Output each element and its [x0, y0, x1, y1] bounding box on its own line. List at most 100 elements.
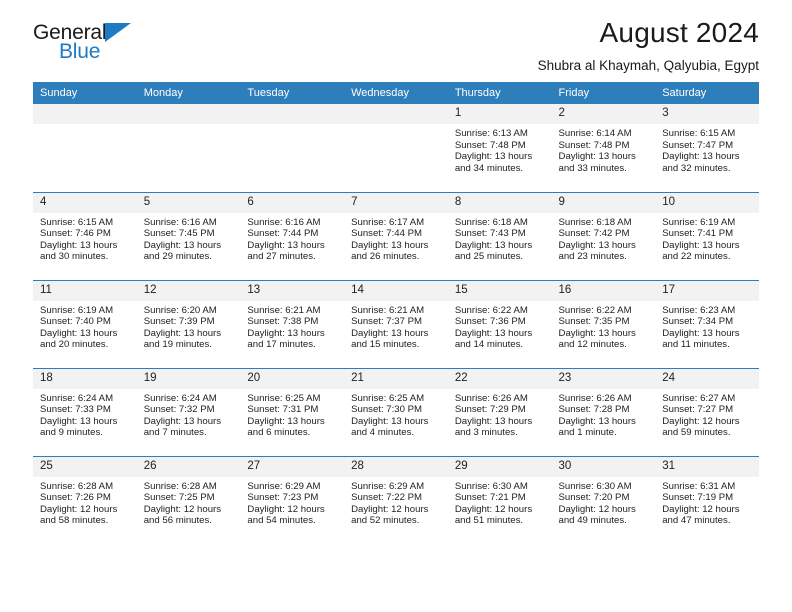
day-cell[interactable]: 28 Sunrise: 6:29 AM Sunset: 7:22 PM Dayl…	[344, 455, 448, 544]
day-cell[interactable]: 3 Sunrise: 6:15 AM Sunset: 7:47 PM Dayli…	[655, 104, 759, 192]
day-details: Sunrise: 6:19 AM Sunset: 7:40 PM Dayligh…	[33, 301, 137, 351]
day-number: 23	[551, 368, 656, 389]
day-cell[interactable]: 20 Sunrise: 6:25 AM Sunset: 7:31 PM Dayl…	[240, 367, 345, 456]
sunrise-text: Sunrise: 6:15 AM	[40, 216, 114, 228]
day-cell[interactable]: 30 Sunrise: 6:30 AM Sunset: 7:20 PM Dayl…	[551, 455, 656, 544]
day-cell[interactable]: 14 Sunrise: 6:21 AM Sunset: 7:37 PM Dayl…	[344, 279, 448, 368]
daylight-text-line2: and 23 minutes.	[558, 251, 627, 263]
sunset-text: Sunset: 7:46 PM	[40, 228, 111, 240]
sunrise-text: Sunrise: 6:28 AM	[143, 480, 217, 492]
day-details: Sunrise: 6:28 AM Sunset: 7:25 PM Dayligh…	[137, 477, 241, 527]
sunset-text: Sunset: 7:39 PM	[143, 316, 215, 328]
day-number: 30	[551, 456, 656, 477]
day-cell[interactable]: 1 Sunrise: 6:13 AM Sunset: 7:48 PM Dayli…	[447, 104, 552, 192]
day-cell[interactable]: 18 Sunrise: 6:24 AM Sunset: 7:33 PM Dayl…	[33, 367, 137, 456]
daylight-text-line2: and 27 minutes.	[247, 251, 316, 263]
day-number: 3	[655, 104, 759, 124]
sunset-text: Sunset: 7:25 PM	[143, 492, 215, 504]
daylight-text-line2: and 3 minutes.	[454, 427, 518, 439]
day-details: Sunrise: 6:19 AM Sunset: 7:41 PM Dayligh…	[655, 213, 759, 263]
day-details: Sunrise: 6:24 AM Sunset: 7:33 PM Dayligh…	[33, 389, 137, 439]
day-cell[interactable]: 10 Sunrise: 6:19 AM Sunset: 7:41 PM Dayl…	[655, 191, 759, 280]
day-number	[240, 104, 345, 124]
day-details: Sunrise: 6:23 AM Sunset: 7:34 PM Dayligh…	[655, 301, 759, 351]
weekday-header-friday: Friday	[551, 82, 656, 104]
sunset-text: Sunset: 7:48 PM	[454, 139, 526, 151]
sunrise-text: Sunrise: 6:29 AM	[247, 480, 321, 492]
day-cell[interactable]: 8 Sunrise: 6:18 AM Sunset: 7:43 PM Dayli…	[447, 191, 552, 280]
daylight-text-line1: Daylight: 13 hours	[662, 327, 740, 339]
day-cell[interactable]: 9 Sunrise: 6:18 AM Sunset: 7:42 PM Dayli…	[551, 191, 656, 280]
daylight-text-line2: and 1 minute.	[558, 427, 617, 439]
day-number: 13	[240, 280, 345, 301]
daylight-text-line2: and 22 minutes.	[662, 251, 731, 263]
sunset-text: Sunset: 7:36 PM	[454, 316, 526, 328]
day-cell[interactable]: 16 Sunrise: 6:22 AM Sunset: 7:35 PM Dayl…	[551, 279, 656, 368]
day-cell[interactable]: 13 Sunrise: 6:21 AM Sunset: 7:38 PM Dayl…	[240, 279, 345, 368]
daylight-text-line2: and 19 minutes.	[143, 339, 212, 351]
day-number: 20	[240, 368, 345, 389]
week-row: 4 Sunrise: 6:15 AM Sunset: 7:46 PM Dayli…	[33, 191, 759, 280]
daylight-text-line1: Daylight: 13 hours	[40, 415, 118, 427]
daylight-text-line1: Daylight: 12 hours	[454, 503, 533, 515]
sunrise-text: Sunrise: 6:26 AM	[454, 392, 528, 404]
sunset-text: Sunset: 7:41 PM	[662, 228, 734, 240]
sunrise-text: Sunrise: 6:27 AM	[662, 392, 736, 404]
day-details: Sunrise: 6:14 AM Sunset: 7:48 PM Dayligh…	[552, 124, 656, 174]
sunrise-text: Sunrise: 6:18 AM	[454, 216, 528, 228]
sunrise-text: Sunrise: 6:26 AM	[558, 392, 632, 404]
day-cell[interactable]: 22 Sunrise: 6:26 AM Sunset: 7:29 PM Dayl…	[447, 367, 552, 456]
daylight-text-line1: Daylight: 13 hours	[454, 415, 533, 427]
day-cell[interactable]: 26 Sunrise: 6:28 AM Sunset: 7:25 PM Dayl…	[136, 455, 241, 544]
calendar-body: 1 Sunrise: 6:13 AM Sunset: 7:48 PM Dayli…	[33, 104, 759, 544]
daylight-text-line2: and 12 minutes.	[558, 339, 627, 351]
day-cell[interactable]: 25 Sunrise: 6:28 AM Sunset: 7:26 PM Dayl…	[33, 455, 137, 544]
day-details: Sunrise: 6:17 AM Sunset: 7:44 PM Dayligh…	[344, 213, 448, 263]
day-cell[interactable]: 23 Sunrise: 6:26 AM Sunset: 7:28 PM Dayl…	[551, 367, 656, 456]
daylight-text-line1: Daylight: 13 hours	[558, 239, 636, 251]
generalblue-logo[interactable]: General Blue	[33, 22, 173, 70]
day-cell[interactable]: 12 Sunrise: 6:20 AM Sunset: 7:39 PM Dayl…	[136, 279, 241, 368]
sunrise-text: Sunrise: 6:24 AM	[40, 392, 114, 404]
day-cell[interactable]: 29 Sunrise: 6:30 AM Sunset: 7:21 PM Dayl…	[447, 455, 552, 544]
page-title: August 2024	[599, 17, 759, 48]
day-number: 21	[344, 368, 448, 389]
daylight-text-line2: and 11 minutes.	[662, 339, 730, 351]
day-cell[interactable]: 11 Sunrise: 6:19 AM Sunset: 7:40 PM Dayl…	[33, 279, 137, 368]
day-details: Sunrise: 6:25 AM Sunset: 7:31 PM Dayligh…	[240, 389, 344, 439]
day-cell[interactable]: 5 Sunrise: 6:16 AM Sunset: 7:45 PM Dayli…	[136, 191, 241, 280]
day-cell[interactable]: 6 Sunrise: 6:16 AM Sunset: 7:44 PM Dayli…	[240, 191, 345, 280]
sunrise-text: Sunrise: 6:15 AM	[662, 128, 736, 139]
day-cell[interactable]: 21 Sunrise: 6:25 AM Sunset: 7:30 PM Dayl…	[344, 367, 448, 456]
daylight-text-line2: and 51 minutes.	[454, 515, 524, 527]
day-cell[interactable]: 17 Sunrise: 6:23 AM Sunset: 7:34 PM Dayl…	[655, 279, 759, 368]
day-cell[interactable]: 19 Sunrise: 6:24 AM Sunset: 7:32 PM Dayl…	[136, 367, 241, 456]
day-number: 24	[655, 368, 759, 389]
sunrise-text: Sunrise: 6:24 AM	[143, 392, 217, 404]
sunset-text: Sunset: 7:47 PM	[662, 139, 734, 151]
sunrise-text: Sunrise: 6:25 AM	[247, 392, 321, 404]
daylight-text-line2: and 49 minutes.	[558, 515, 627, 527]
day-number: 6	[240, 192, 345, 213]
sunset-text: Sunset: 7:29 PM	[454, 404, 526, 416]
day-cell[interactable]: 7 Sunrise: 6:17 AM Sunset: 7:44 PM Dayli…	[344, 191, 448, 280]
day-cell[interactable]: 15 Sunrise: 6:22 AM Sunset: 7:36 PM Dayl…	[447, 279, 552, 368]
day-details: Sunrise: 6:26 AM Sunset: 7:29 PM Dayligh…	[448, 389, 552, 439]
day-details: Sunrise: 6:22 AM Sunset: 7:36 PM Dayligh…	[448, 301, 552, 351]
weekday-header-wednesday: Wednesday	[344, 82, 448, 104]
daylight-text-line1: Daylight: 12 hours	[662, 503, 740, 515]
daylight-text-line2: and 33 minutes.	[558, 162, 627, 174]
sunset-text: Sunset: 7:26 PM	[40, 492, 111, 504]
daylight-text-line1: Daylight: 12 hours	[143, 503, 222, 515]
day-details: Sunrise: 6:20 AM Sunset: 7:39 PM Dayligh…	[137, 301, 241, 351]
day-cell[interactable]: 4 Sunrise: 6:15 AM Sunset: 7:46 PM Dayli…	[33, 191, 137, 280]
day-number: 12	[136, 280, 241, 301]
day-cell-empty	[240, 104, 345, 192]
sunset-text: Sunset: 7:45 PM	[143, 228, 215, 240]
day-cell[interactable]: 2 Sunrise: 6:14 AM Sunset: 7:48 PM Dayli…	[551, 104, 656, 192]
day-cell[interactable]: 27 Sunrise: 6:29 AM Sunset: 7:23 PM Dayl…	[240, 455, 345, 544]
day-cell[interactable]: 24 Sunrise: 6:27 AM Sunset: 7:27 PM Dayl…	[655, 367, 759, 456]
week-row: 11 Sunrise: 6:19 AM Sunset: 7:40 PM Dayl…	[33, 279, 759, 368]
sunrise-text: Sunrise: 6:22 AM	[454, 304, 528, 316]
day-cell[interactable]: 31 Sunrise: 6:31 AM Sunset: 7:19 PM Dayl…	[655, 455, 759, 544]
